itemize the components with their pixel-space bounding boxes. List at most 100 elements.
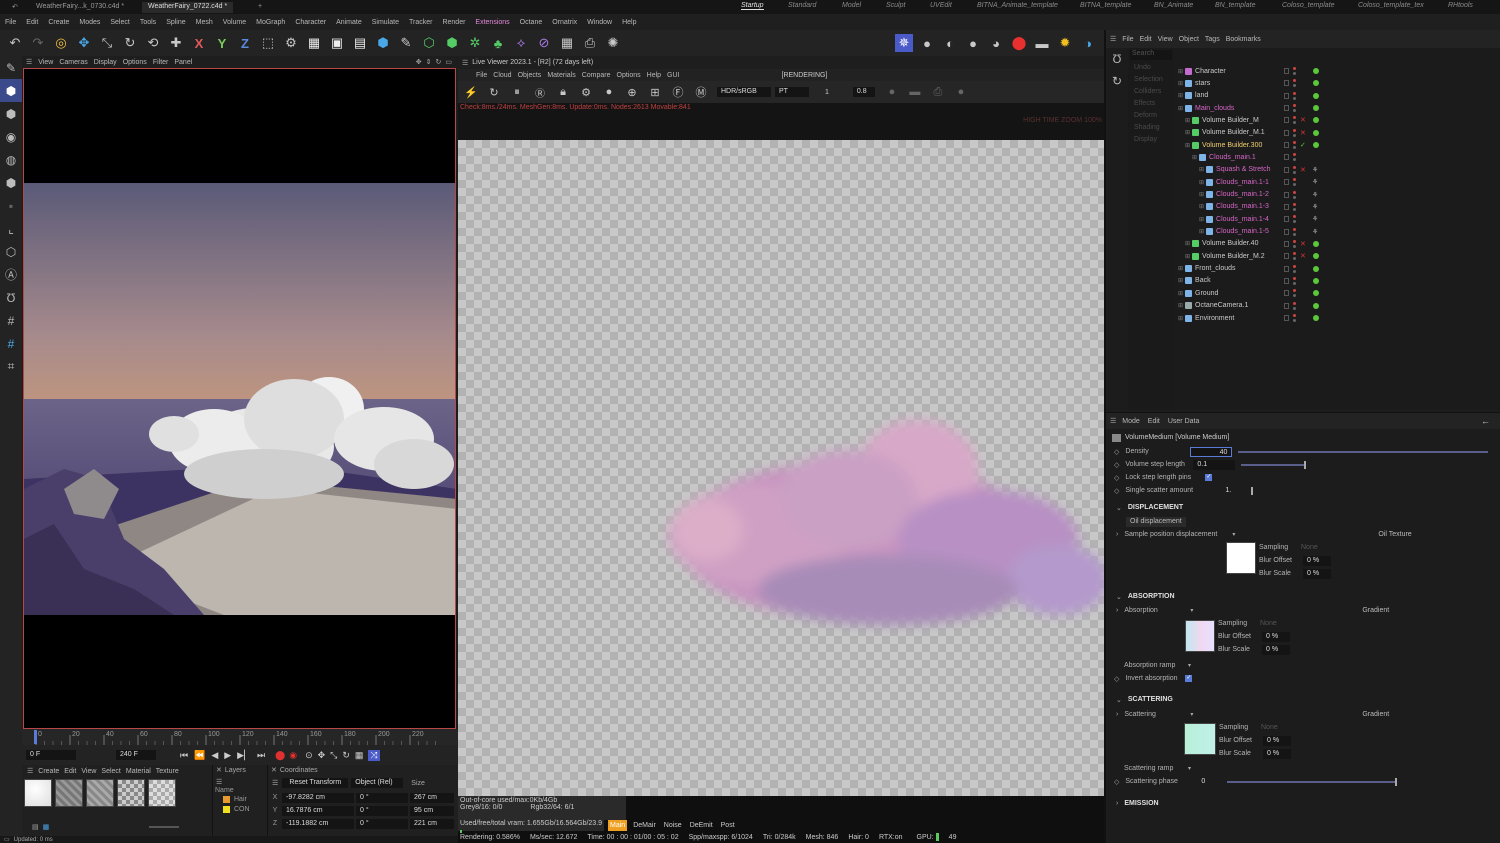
magnet-icon[interactable]: Ʊ [0, 286, 22, 309]
object-menu-tags[interactable]: Tags [1205, 36, 1220, 43]
enable-tag-icon[interactable] [1313, 129, 1319, 136]
axis-icon[interactable]: ⌞ [0, 217, 22, 240]
live-viewer-menu-options[interactable]: Options [617, 72, 641, 79]
layer-item[interactable]: Hair [234, 796, 247, 803]
live-viewer-menu-help[interactable]: Help [647, 72, 661, 79]
object-menu-object[interactable]: Object [1179, 36, 1199, 43]
object-menu-view[interactable]: View [1158, 36, 1173, 43]
viewport-menu-cameras[interactable]: Cameras [59, 59, 87, 66]
cloner-icon[interactable]: ✲ [466, 34, 484, 52]
enable-tag-icon[interactable] [1313, 105, 1319, 112]
live-viewer-menu-objects[interactable]: Objects [518, 72, 542, 79]
menu-window[interactable]: Window [587, 19, 612, 26]
last-tool-icon[interactable]: ⟲ [144, 34, 162, 52]
object-row[interactable]: ⊞ Back [1174, 275, 1500, 287]
viewport-pan-icon[interactable]: ✥ [416, 58, 422, 66]
workplane-icon[interactable]: Ⓐ [0, 263, 22, 286]
material-swatch[interactable] [55, 779, 83, 807]
expand-toggle-icon[interactable]: ⊞ [1185, 253, 1190, 260]
light-icon[interactable]: ✺ [604, 34, 622, 52]
object-name[interactable]: Main_clouds [1195, 105, 1234, 112]
object-row[interactable]: ⊞ Volume Builder_M.2 ✕ [1174, 250, 1500, 262]
visibility-toggle[interactable] [1284, 240, 1289, 247]
object-name[interactable]: OctaneCamera.1 [1195, 302, 1248, 309]
emission-section[interactable]: EMISSION [1124, 800, 1158, 807]
render-visibility-dot[interactable] [1293, 178, 1296, 182]
visibility-toggle[interactable] [1284, 253, 1289, 260]
viewport-menu-options[interactable]: Options [123, 59, 147, 66]
tag-icon[interactable]: ⚘ [1312, 228, 1318, 236]
material-preview-icon[interactable]: ● [600, 83, 618, 101]
invert-absorption-checkbox[interactable]: ✓ [1185, 675, 1193, 682]
menu-octane[interactable]: Octane [520, 19, 543, 26]
file-tab-active[interactable]: WeatherFairy_0722.c4d * [142, 2, 234, 13]
object-name[interactable]: Clouds_main.1 [1209, 154, 1256, 161]
menu-extensions[interactable]: Extensions [475, 19, 509, 26]
stats-tab-noise[interactable]: Noise [662, 820, 684, 831]
render-visibility-dot[interactable] [1293, 276, 1296, 280]
glossy-material-icon[interactable]: ● [964, 34, 982, 52]
visibility-toggle[interactable] [1284, 315, 1289, 321]
stats-tab-deemit[interactable]: DeEmit [688, 820, 715, 831]
collapse-icon[interactable]: ⌄ [1116, 504, 1122, 512]
go-to-end-icon[interactable]: ⏭ [257, 750, 265, 761]
snapshot-icon[interactable]: ⎙ [929, 83, 947, 101]
texture-mode-icon[interactable]: ⬢ [0, 102, 22, 125]
enable-tag-icon[interactable] [1313, 290, 1319, 297]
visibility-toggle[interactable] [1284, 129, 1289, 136]
object-name[interactable]: Clouds_main.1-2 [1216, 191, 1269, 198]
keyframe-dot-icon[interactable]: ◇ [1114, 461, 1119, 469]
align-grid-icon[interactable]: ⌗ [0, 355, 22, 378]
layout-tab[interactable]: Sculpt [886, 2, 905, 9]
object-row[interactable]: ⊞ Clouds_main.1-3 ⚘ [1174, 201, 1500, 213]
z-axis-icon[interactable]: Z [236, 34, 254, 52]
object-row[interactable]: ⊞ Clouds_main.1 [1174, 151, 1500, 163]
viewport-rotate-icon[interactable]: ↻ [436, 58, 442, 66]
object-filter-item[interactable]: Shading [1128, 122, 1174, 134]
step-length-input[interactable]: 0.1 [1193, 459, 1236, 470]
rotation-field[interactable]: 0 ° [356, 805, 408, 816]
editor-visibility-dot[interactable] [1293, 158, 1296, 162]
editor-visibility-dot[interactable] [1293, 220, 1296, 224]
record-icon[interactable]: ⬤ [1010, 34, 1028, 52]
texture-preview[interactable] [1226, 542, 1256, 574]
next-frame-icon[interactable]: ▶▏ [237, 750, 251, 761]
extrude-icon[interactable]: ⬢ [443, 34, 461, 52]
object-name[interactable]: Volume Builder_M [1202, 117, 1259, 124]
render-visibility-dot[interactable] [1293, 190, 1296, 194]
attribute-menu-user-data[interactable]: User Data [1168, 418, 1200, 425]
enable-tag-icon[interactable] [1313, 253, 1319, 260]
rotation-field[interactable]: 0 ° [356, 792, 408, 803]
render-to-picture-viewer-icon[interactable]: ▣ [328, 34, 346, 52]
dropdown-icon[interactable]: ▾ [1190, 711, 1193, 718]
subdivision-icon[interactable]: ⬡ [420, 34, 438, 52]
object-filter-item[interactable]: Undo [1128, 62, 1174, 74]
render-visibility-dot[interactable] [1293, 314, 1296, 317]
expand-toggle-icon[interactable]: ⊞ [1185, 240, 1190, 247]
model-mode-icon[interactable]: ⬢ [0, 79, 22, 102]
record-keyframe-icon[interactable]: ⬤ [275, 750, 285, 761]
object-filter-item[interactable]: Display [1128, 134, 1174, 146]
point-level-icon[interactable]: ⤨ [368, 749, 380, 761]
expand-icon[interactable]: › [1116, 800, 1118, 807]
picking-white-balance-icon[interactable]: Ⓜ [692, 83, 710, 101]
visibility-toggle[interactable] [1284, 302, 1289, 309]
area-light-icon[interactable]: ▬ [1033, 34, 1051, 52]
octane-icon[interactable]: ✵ [895, 34, 913, 52]
visibility-toggle[interactable] [1284, 68, 1289, 74]
editor-visibility-dot[interactable] [1293, 72, 1296, 75]
mix-material-icon[interactable]: ◐ [941, 34, 959, 52]
material-menu-material[interactable]: Material [126, 768, 151, 775]
layout-tab[interactable]: BN_Animate [1154, 2, 1193, 9]
floor-icon[interactable]: ▦ [558, 34, 576, 52]
blur-scale-input[interactable]: 0 % [1303, 568, 1331, 579]
editor-visibility-dot[interactable] [1293, 133, 1296, 137]
expand-toggle-icon[interactable]: ⊞ [1178, 80, 1183, 87]
menu-select[interactable]: Select [110, 19, 129, 26]
go-to-start-icon[interactable]: ⏮ [180, 750, 188, 761]
tag-icon[interactable]: ⚘ [1312, 215, 1318, 223]
stats-tab-main[interactable]: Main [608, 820, 628, 831]
region-render-icon[interactable]: Ⓡ [531, 83, 549, 101]
hdri-environment-icon[interactable]: ◑ [1079, 34, 1097, 52]
live-selection-icon[interactable]: ◎ [52, 34, 70, 52]
